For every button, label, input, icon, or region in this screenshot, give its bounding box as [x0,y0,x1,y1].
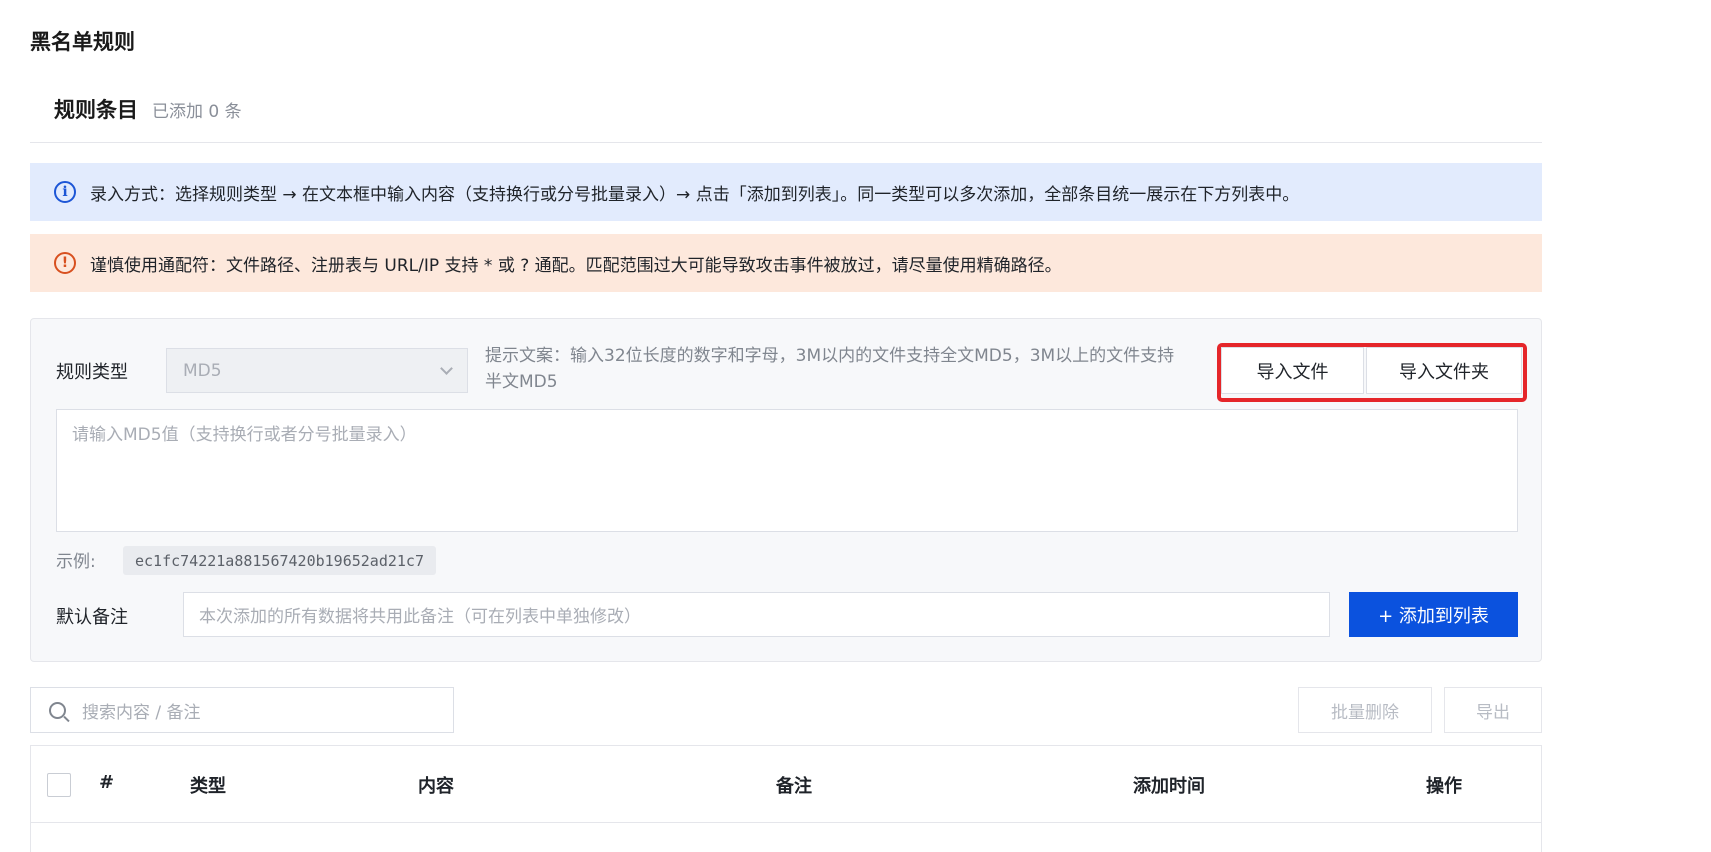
content-textarea[interactable]: 请输入MD5值（支持换行或者分号批量录入） [56,409,1518,532]
section-divider [30,142,1542,143]
rule-type-label: 规则类型 [56,362,128,383]
info-alert: i 录入方式：选择规则类型 → 在文本框中输入内容（支持换行或分号批量录入）→ … [30,163,1542,221]
search-icon [49,701,66,719]
select-all-checkbox[interactable] [47,773,71,797]
default-remark-input[interactable]: 本次添加的所有数据将共用此备注（可在列表中单独修改） [183,592,1330,637]
page-title: 黑名单规则 [30,30,135,54]
rule-entry-panel: 规则类型 MD5 提示文案：输入32位长度的数字和字母，3M以内的文件支持全文M… [30,318,1542,662]
search-placeholder: 搜索内容 / 备注 [82,702,201,723]
section-title: 规则条目 [54,98,138,122]
warning-alert-text: 谨慎使用通配符：文件路径、注册表与 URL/IP 支持 * 或 ? 通配。匹配范… [90,255,1062,276]
column-header-content: 内容 [418,776,454,797]
rule-type-value: MD5 [183,360,222,381]
info-alert-text: 录入方式：选择规则类型 → 在文本框中输入内容（支持换行或分号批量录入）→ 点击… [90,184,1300,205]
warning-alert: ! 谨慎使用通配符：文件路径、注册表与 URL/IP 支持 * 或 ? 通配。匹… [30,234,1542,292]
search-input[interactable]: 搜索内容 / 备注 [30,687,454,733]
section-header: 规则条目 已添加 0 条 [54,94,242,124]
batch-delete-button[interactable]: 批量删除 [1298,687,1432,733]
entry-count: 已添加 0 条 [152,102,242,122]
chevron-down-icon [440,362,453,375]
warning-icon: ! [54,252,76,274]
column-header-type: 类型 [190,776,226,797]
hint-text: 提示文案：输入32位长度的数字和字母，3M以内的文件支持全文MD5，3M以上的文… [485,343,1253,395]
example-label: 示例: [56,552,96,572]
import-folder-button[interactable]: 导入文件夹 [1366,347,1522,394]
column-header-index: # [99,772,115,793]
column-header-added-time: 添加时间 [1133,776,1205,797]
rule-type-select[interactable]: MD5 [166,348,468,393]
hint-line-1: 提示文案：输入32位长度的数字和字母，3M以内的文件支持全文MD5，3M以上的文… [485,346,1175,366]
column-header-remark: 备注 [776,776,812,797]
hint-line-2: 半文MD5 [485,372,558,392]
remark-label: 默认备注 [56,607,128,628]
export-button[interactable]: 导出 [1444,687,1542,733]
example-value: ec1fc74221a881567420b19652ad21c7 [123,546,436,575]
import-file-button[interactable]: 导入文件 [1221,347,1364,394]
rules-table: # 类型 内容 备注 添加时间 操作 [30,745,1542,852]
info-icon: i [54,181,76,203]
column-header-actions: 操作 [1426,776,1462,797]
add-to-list-button[interactable]: + 添加到列表 [1349,592,1518,637]
table-header: # 类型 内容 备注 添加时间 操作 [31,746,1541,823]
